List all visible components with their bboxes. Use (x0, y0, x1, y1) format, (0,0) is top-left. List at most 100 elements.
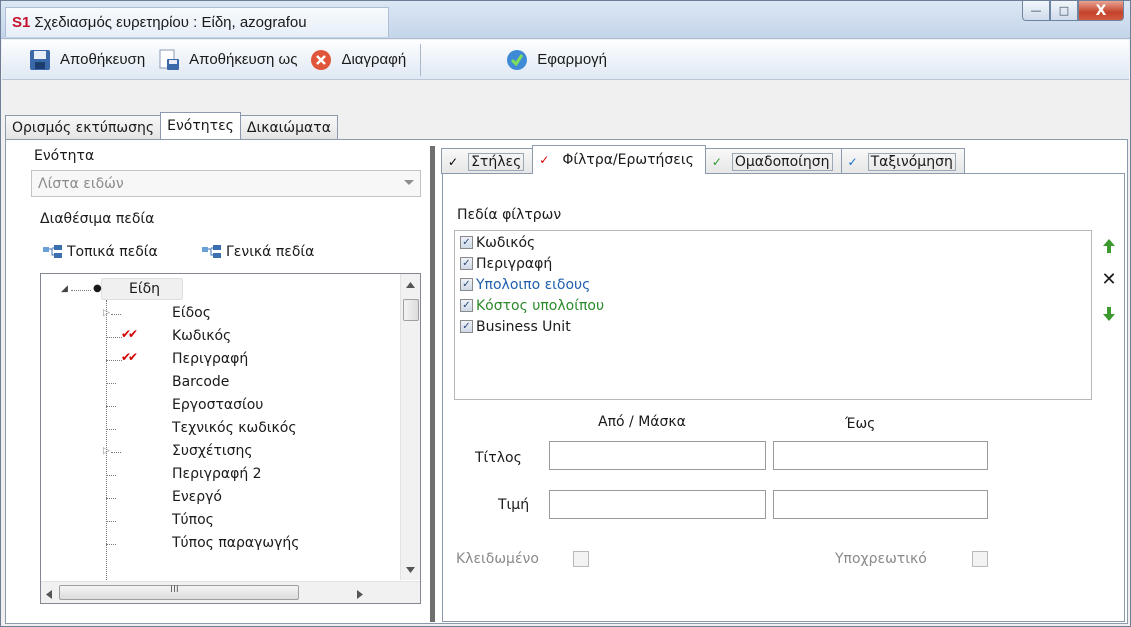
tree-item[interactable]: Συσχέτισης (172, 440, 253, 462)
tree-connector (106, 475, 116, 476)
maximize-button[interactable]: □ (1050, 1, 1078, 21)
pane-splitter[interactable] (430, 146, 435, 622)
minimize-button[interactable]: — (1022, 1, 1050, 21)
remove-icon[interactable]: ✕ (1101, 269, 1117, 290)
section-select-value: Λίστα ειδών (38, 175, 124, 192)
checkbox-checked-icon[interactable]: ✓ (460, 236, 473, 249)
tab-sections-label: Ενότητες (167, 118, 234, 134)
move-down-icon[interactable] (1101, 306, 1117, 322)
tab-columns-label: Στήλες (468, 152, 525, 171)
tab-permissions[interactable]: Δικαιώματα (239, 115, 338, 139)
section-select[interactable]: Λίστα ειδών (31, 170, 421, 197)
list-item[interactable]: ✓ Business Unit (460, 316, 571, 337)
title-to-input[interactable] (773, 441, 988, 470)
fields-tree-icon (43, 245, 62, 258)
scroll-right-icon[interactable] (357, 587, 363, 603)
app-window: S1 Σχεδιασμός ευρετηρίου : Είδη, azograf… (0, 0, 1131, 627)
check-icon: ✓ (539, 153, 550, 167)
apply-button[interactable]: Εφαρμογή (499, 44, 613, 76)
filter-field-label: Υπολοιπο ειδους (476, 276, 591, 293)
scroll-left-icon[interactable] (46, 587, 52, 603)
tree-item[interactable]: Τύπος παραγωγής (172, 532, 299, 554)
value-row-label: Τιμή (498, 497, 530, 513)
locked-checkbox[interactable] (573, 551, 589, 567)
design-tabs: ✓ Στήλες ✓ Φίλτρα/Ερωτήσεις ✓ Ομαδοποίησ… (441, 145, 965, 174)
scroll-up-icon[interactable] (401, 276, 420, 293)
delete-button[interactable]: Διαγραφή (303, 44, 412, 76)
tree-item[interactable]: Περιγραφή 2 (172, 463, 262, 485)
close-button[interactable]: X (1078, 1, 1124, 21)
list-item[interactable]: ✓ Περιγραφή (460, 253, 552, 274)
value-to-input[interactable] (773, 490, 988, 519)
tree-item[interactable]: Περιγραφή (172, 348, 248, 370)
tree-root-label[interactable]: Είδη (129, 278, 160, 300)
checkbox-checked-icon[interactable]: ✓ (460, 278, 473, 291)
delete-label: Διαγραφή (341, 51, 407, 68)
window-title: Σχεδιασμός ευρετηρίου : Είδη, azografou (34, 14, 307, 31)
check-icon: ✓ (711, 154, 722, 169)
tree-connector (71, 290, 91, 291)
tab-filters-questions-label: Φίλτρα/Ερωτήσεις (562, 152, 694, 168)
value-from-input[interactable] (549, 490, 766, 519)
tab-filters-questions[interactable]: ✓ Φίλτρα/Ερωτήσεις (532, 145, 706, 174)
save-as-button[interactable]: Αποθήκευση ως (151, 44, 303, 76)
expand-arrow-icon: ▷ (103, 446, 110, 456)
horizontal-scroll-thumb[interactable]: III (59, 584, 299, 600)
required-label: Υποχρεωτικό (835, 551, 927, 567)
tree-item[interactable]: Barcode (172, 371, 229, 393)
local-fields-label: Τοπικά πεδία (67, 244, 158, 260)
tab-print-definition[interactable]: Ορισμός εκτύπωσης (5, 115, 162, 139)
general-fields-label: Γενικά πεδία (226, 244, 315, 260)
checkbox-checked-icon[interactable]: ✓ (460, 257, 473, 270)
filter-fields-list[interactable]: ✓ Κωδικός ✓ Περιγραφή ✓ Υπολοιπο ειδους … (454, 230, 1092, 400)
move-up-icon[interactable] (1101, 238, 1117, 254)
chevron-down-icon (404, 180, 414, 185)
delete-icon (309, 48, 333, 72)
tree-vertical-scrollbar[interactable] (400, 274, 420, 580)
general-fields-button[interactable]: Γενικά πεδία (202, 244, 314, 260)
tree-item[interactable]: Τύπος (172, 509, 214, 531)
tab-grouping[interactable]: ✓ Ομαδοποίηση (704, 148, 842, 174)
save-button[interactable]: Αποθήκευση (22, 44, 151, 76)
fields-tree[interactable]: ◢ ● Είδη ▷ Είδος ✔✔ Κωδικός ✔✔ Περιγραφή… (40, 273, 421, 604)
toolbar-separator (420, 43, 422, 76)
tab-columns[interactable]: ✓ Στήλες (441, 148, 534, 174)
required-checkbox[interactable] (972, 551, 988, 567)
scroll-down-icon[interactable] (401, 561, 420, 578)
list-item[interactable]: ✓ Κωδικός (460, 232, 535, 253)
filter-field-label: Business Unit (476, 318, 571, 335)
checkbox-checked-icon[interactable]: ✓ (460, 320, 473, 333)
fields-tree-icon (202, 245, 221, 258)
tree-connector (106, 544, 116, 545)
locked-label: Κλειδωμένο (456, 551, 539, 567)
tree-horizontal-scrollbar[interactable]: III (41, 581, 420, 603)
available-fields-label: Διαθέσιμα πεδία (40, 211, 155, 227)
checkbox-checked-icon[interactable]: ✓ (460, 299, 473, 312)
tree-item[interactable]: Εργοστασίου (172, 394, 263, 416)
tab-sections[interactable]: Ενότητες (160, 112, 241, 139)
tab-sorting-label: Ταξινόμηση (867, 152, 956, 171)
list-item[interactable]: ✓ Κόστος υπολοίπου (460, 295, 604, 316)
from-mask-header: Από / Μάσκα (598, 414, 686, 430)
tree-connector (106, 360, 122, 361)
tree-connector (106, 498, 116, 499)
title-bar: S1 Σχεδιασμός ευρετηρίου : Είδη, azograf… (1, 1, 1130, 39)
tree-guide-line (106, 300, 107, 580)
tree-item[interactable]: Κωδικός (172, 325, 231, 347)
list-item[interactable]: ✓ Υπολοιπο ειδους (460, 274, 590, 295)
tab-print-definition-label: Ορισμός εκτύπωσης (12, 119, 155, 136)
tree-item[interactable]: Τεχνικός κωδικός (172, 417, 297, 439)
local-fields-button[interactable]: Τοπικά πεδία (43, 244, 158, 260)
tree-connector (111, 452, 121, 453)
red-check-icon: ✔✔ (121, 350, 138, 364)
toolbar: Αποθήκευση Αποθήκευση ως Διαγραφή Εφαρμο… (2, 40, 1129, 80)
tab-sorting[interactable]: ✓ Ταξινόμηση (840, 148, 965, 174)
title-from-input[interactable] (549, 441, 766, 470)
check-icon: ✓ (448, 154, 459, 169)
tree-item[interactable]: Ενεργό (172, 486, 222, 508)
tree-content: ◢ ● Είδη ▷ Είδος ✔✔ Κωδικός ✔✔ Περιγραφή… (41, 274, 391, 580)
tree-item[interactable]: Είδος (172, 302, 211, 324)
window-controls: — □ X (1022, 1, 1124, 21)
scroll-thumb[interactable] (403, 299, 419, 321)
save-as-icon (157, 48, 181, 72)
